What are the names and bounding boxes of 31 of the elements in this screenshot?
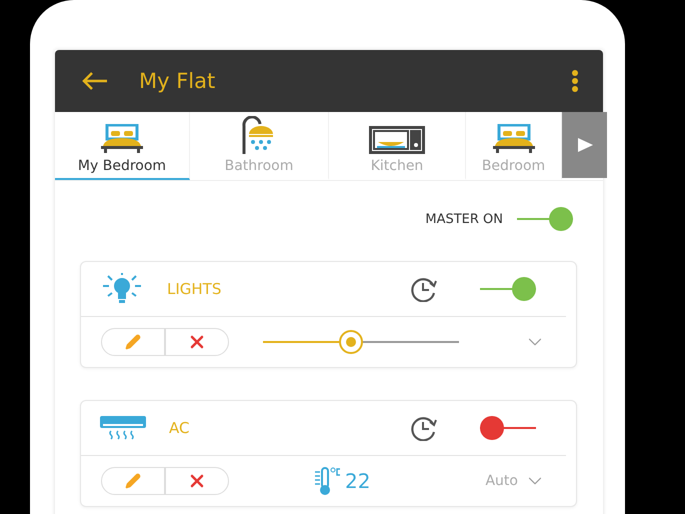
device-name: LIGHTS bbox=[167, 280, 222, 298]
device-name: AC bbox=[169, 419, 190, 437]
temperature-value: 22 bbox=[345, 469, 370, 493]
master-label: MASTER ON bbox=[425, 212, 503, 226]
slider-thumb[interactable] bbox=[339, 330, 364, 354]
thermometer-icon bbox=[313, 466, 341, 496]
device-toggle[interactable] bbox=[480, 416, 536, 440]
bed-icon bbox=[490, 124, 536, 154]
delete-button[interactable] bbox=[165, 328, 229, 356]
bed-icon bbox=[99, 124, 145, 154]
master-toggle[interactable] bbox=[517, 207, 573, 231]
edit-button[interactable] bbox=[101, 328, 165, 356]
back-arrow-icon[interactable] bbox=[81, 71, 109, 91]
mode-dropdown[interactable]: Auto bbox=[485, 470, 546, 492]
next-button[interactable] bbox=[562, 112, 607, 178]
room-tab[interactable]: Bedroom bbox=[466, 112, 562, 180]
delete-button[interactable] bbox=[165, 467, 229, 495]
timer-icon[interactable] bbox=[410, 415, 440, 441]
air-conditioner-icon bbox=[99, 415, 147, 441]
pencil-icon bbox=[125, 473, 141, 489]
edit-button[interactable] bbox=[101, 467, 165, 495]
room-tab[interactable]: Kitchen bbox=[329, 112, 466, 180]
pencil-icon bbox=[125, 334, 141, 350]
menu-icon[interactable] bbox=[571, 69, 579, 93]
play-arrow-icon bbox=[576, 137, 594, 153]
timer-icon[interactable] bbox=[410, 276, 440, 302]
microwave-icon bbox=[369, 126, 425, 154]
room-tab[interactable]: Bathroom bbox=[190, 112, 329, 180]
app-title: My Flat bbox=[139, 69, 216, 93]
room-tab[interactable]: My Bedroom bbox=[55, 112, 190, 180]
device-toggle[interactable] bbox=[480, 277, 536, 301]
